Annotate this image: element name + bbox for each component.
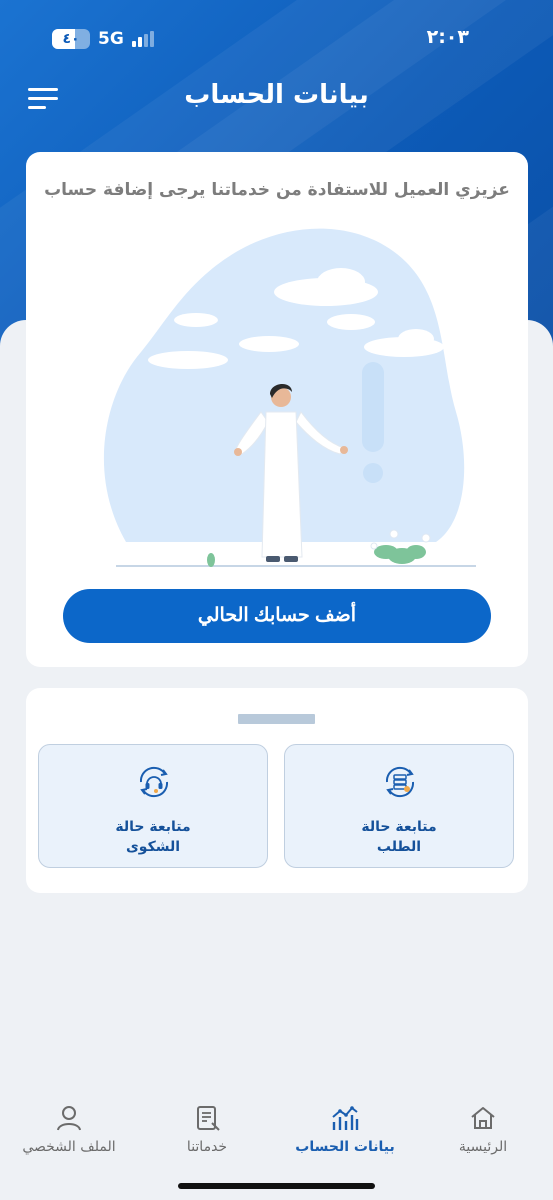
network-type: 5G (98, 29, 124, 49)
home-icon (471, 1107, 495, 1129)
services-icon (197, 1106, 220, 1131)
track-request-tile[interactable]: متابعة حالة الطلب (284, 744, 514, 868)
status-tracking-card: متابعة حالة الطلب متابعة حالة الشكوى (26, 688, 528, 893)
home-indicator (178, 1183, 375, 1189)
section-handle (238, 714, 315, 724)
nav-item-services[interactable]: خدماتنا (142, 1095, 272, 1155)
battery-icon: ٤٠ (52, 29, 90, 49)
nav-label-account-data: بيانات الحساب (295, 1139, 395, 1155)
track-request-label: متابعة حالة الطلب (361, 819, 437, 855)
signal-icon (131, 31, 154, 47)
nav-item-account-data[interactable]: بيانات الحساب (280, 1095, 410, 1155)
page-title: بيانات الحساب (184, 80, 369, 110)
app-header: بيانات الحساب (0, 78, 553, 118)
status-time: ٢:٠٣ (426, 26, 469, 48)
notice-text: عزيزي العميل للاستفادة من خدماتنا يرجى إ… (44, 180, 510, 200)
request-status-icon (385, 766, 415, 798)
nav-item-profile[interactable]: الملف الشخصي (4, 1095, 134, 1155)
profile-icon (57, 1106, 81, 1131)
nav-label-home: الرئيسية (458, 1139, 508, 1155)
add-account-button[interactable]: أضف حسابك الحالي (63, 589, 491, 643)
nav-item-home[interactable]: الرئيسية (418, 1095, 548, 1155)
headset-support-icon (139, 766, 169, 798)
nav-label-services: خدماتنا (186, 1139, 228, 1155)
bottom-nav: الرئيسية بيانات الحساب خدماتنا الملف الش… (0, 1095, 553, 1175)
track-complaint-label: متابعة حالة الشكوى (115, 819, 191, 855)
add-account-card: عزيزي العميل للاستفادة من خدماتنا يرجى إ… (26, 152, 528, 667)
status-bar: ٤٠ 5G ٢:٠٣ (0, 26, 553, 56)
chart-icon (332, 1106, 359, 1130)
empty-state-illustration (103, 228, 476, 567)
track-complaint-tile[interactable]: متابعة حالة الشكوى (38, 744, 268, 868)
nav-label-profile: الملف الشخصي (22, 1139, 116, 1155)
status-indicators: ٤٠ 5G (52, 29, 154, 49)
battery-level: ٤٠ (62, 31, 80, 47)
